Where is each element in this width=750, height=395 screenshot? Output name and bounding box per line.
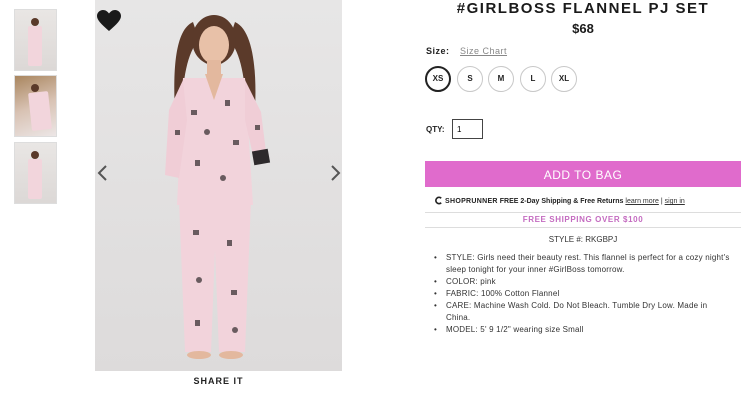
learn-more-link[interactable]: learn more <box>625 198 658 205</box>
thumbnail-model-figure <box>28 84 52 132</box>
heart-icon[interactable] <box>97 10 121 32</box>
product-price: $68 <box>572 21 594 36</box>
product-details-list: • STYLE: Girls need their beauty rest. Th… <box>434 252 732 336</box>
model-illustration <box>165 15 271 359</box>
size-option-s[interactable]: S <box>457 66 483 92</box>
thumbnail-model-figure <box>28 151 42 199</box>
quantity-label: QTY: <box>426 125 445 134</box>
chevron-right-icon[interactable] <box>328 164 342 182</box>
main-product-image <box>95 0 342 371</box>
thumbnail-model-figure <box>28 18 42 66</box>
detail-text: STYLE: Girls need their beauty rest. Thi… <box>446 253 730 274</box>
detail-item-style: • STYLE: Girls need their beauty rest. Th… <box>434 253 730 274</box>
shoprunner-brand: SHOPRUNNER <box>445 198 498 205</box>
shoprunner-offer: FREE 2-Day Shipping & Free Returns <box>499 198 624 205</box>
free-shipping-banner: FREE SHIPPING OVER $100 <box>425 212 741 228</box>
size-option-l[interactable]: L <box>520 66 546 92</box>
detail-text: FABRIC: 100% Cotton Flannel <box>446 289 560 298</box>
shoprunner-banner: SHOPRUNNER FREE 2-Day Shipping & Free Re… <box>434 196 685 208</box>
quantity-input[interactable] <box>452 119 483 139</box>
sign-in-link[interactable]: sign in <box>665 198 685 205</box>
size-option-xl[interactable]: XL <box>551 66 577 92</box>
shoprunner-logo-icon <box>435 196 442 205</box>
thumbnail-2[interactable] <box>14 75 57 137</box>
size-option-xs[interactable]: XS <box>425 66 451 92</box>
add-to-bag-button[interactable]: ADD TO BAG <box>425 161 741 187</box>
size-chart-link[interactable]: Size Chart <box>460 46 507 56</box>
size-label: Size: <box>426 46 450 56</box>
link-separator: | <box>660 198 663 205</box>
detail-text: MODEL: 5' 9 1/2" wearing size Small <box>446 325 584 334</box>
detail-item-fabric: • FABRIC: 100% Cotton Flannel <box>434 289 560 298</box>
style-number: STYLE #: RKGBPJ <box>548 235 618 244</box>
size-option-m[interactable]: M <box>488 66 514 92</box>
share-it-label[interactable]: SHARE IT <box>95 376 342 386</box>
detail-item-color: • COLOR: pink <box>434 277 496 286</box>
thumbnail-1[interactable] <box>14 9 57 71</box>
detail-text: CARE: Machine Wash Cold. Do Not Bleach. … <box>446 301 708 322</box>
thumbnail-3[interactable] <box>14 142 57 204</box>
product-title: #GIRLBOSS FLANNEL PJ SET <box>456 0 710 17</box>
chevron-left-icon[interactable] <box>96 164 110 182</box>
detail-item-care: • CARE: Machine Wash Cold. Do Not Bleach.… <box>434 301 708 322</box>
detail-item-model: • MODEL: 5' 9 1/2" wearing size Small <box>434 325 584 334</box>
detail-text: COLOR: pink <box>446 277 496 286</box>
